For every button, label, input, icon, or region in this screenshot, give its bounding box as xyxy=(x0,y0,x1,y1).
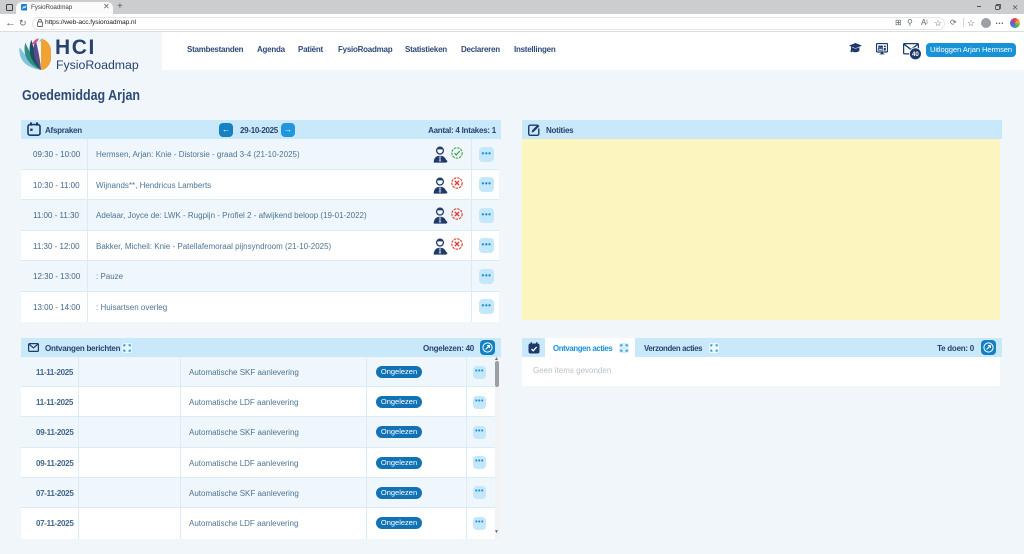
svg-text:40: 40 xyxy=(912,51,919,58)
